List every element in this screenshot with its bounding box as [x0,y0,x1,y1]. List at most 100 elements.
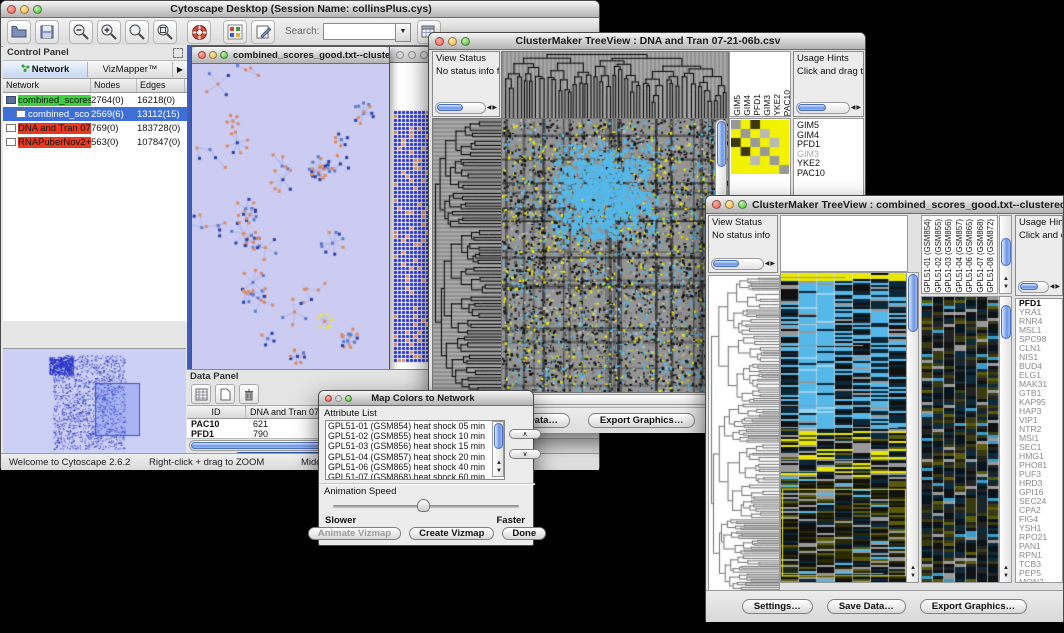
minimize-icon[interactable] [725,200,734,209]
close-icon[interactable] [198,51,206,59]
birdseye-panel[interactable] [3,348,186,454]
zoom-icon[interactable] [345,395,352,402]
dialog-button[interactable]: Create Vizmap [409,527,494,540]
move-down-button[interactable]: ∨ [509,449,541,459]
view-status-scrollbar[interactable]: ◀ ▶ [435,102,497,114]
search-input[interactable] [323,23,397,40]
arrow-down-icon[interactable]: ▼ [496,467,502,475]
row-dendrogram[interactable] [708,275,780,592]
zoom-out-button[interactable] [69,20,93,44]
network-row[interactable]: DNA and Tran 07 769(0) 183728(0) [3,121,187,135]
dialog-button[interactable]: Animate Vizmap [308,527,401,540]
heatmap-zoom[interactable] [921,296,1000,583]
save-session-button[interactable] [35,20,59,44]
zoom-fit-button[interactable] [153,20,177,44]
arrow-left-icon[interactable]: ◀ [487,104,492,112]
close-icon[interactable] [325,395,332,402]
dialog-titlebar[interactable]: Map Colors to Network [319,391,533,406]
arrow-right-icon[interactable]: ▶ [492,104,497,112]
network-row[interactable]: combined_sco 2569(6) 13112(15) [3,107,187,121]
arrow-right-icon[interactable]: ▶ [1055,283,1060,291]
minimize-icon[interactable] [448,37,457,46]
dialog-button[interactable]: Done [502,527,546,540]
column-dendrogram[interactable] [501,51,729,119]
arrow-down-icon[interactable]: ▼ [1003,572,1009,580]
col-network[interactable]: Network [3,79,91,92]
id-column-header[interactable]: ID [187,406,246,418]
float-panel-icon[interactable] [173,48,183,58]
usage-hints-scrollbar[interactable]: ◀ ▶ [1018,281,1060,293]
arrow-up-icon[interactable]: ▲ [496,459,502,467]
network-canvas[interactable] [192,64,387,374]
attribute-item[interactable]: GPL51-01 (GSM854) heat shock 05 min [326,421,504,431]
attribute-item[interactable]: GPL51-04 (GSM857) heat shock 20 min [326,452,504,462]
row-dendrogram[interactable] [432,118,502,393]
attribute-list-vscrollbar[interactable]: ▲ ▼ [492,421,504,477]
heatmap-global[interactable] [501,118,729,393]
close-icon[interactable] [396,51,404,59]
minimize-icon[interactable] [20,5,29,14]
arrow-left-icon[interactable]: ◀ [1050,283,1055,291]
network-row[interactable]: RNAPuberNov2+ 563(0) 107847(0) [3,135,187,149]
minimize-icon[interactable] [209,51,217,59]
col-edges[interactable]: Edges [137,79,185,92]
arrow-right-icon[interactable]: ▶ [856,104,861,112]
view-status-scrollbar[interactable]: ◀ ▶ [711,258,775,270]
attribute-listbox[interactable]: GPL51-01 (GSM854) heat shock 05 minGPL51… [325,420,505,480]
arrow-left-icon[interactable]: ◀ [851,104,856,112]
arrow-left-icon[interactable]: ◀ [765,260,770,268]
tab-vizmapper[interactable]: VizMapper™ [88,62,173,77]
new-attribute-button[interactable] [215,384,235,404]
similarity-matrix[interactable] [731,120,789,174]
arrow-up-icon[interactable]: ▲ [1003,275,1009,283]
tab-overflow-button[interactable]: ▶ [173,65,187,74]
close-icon[interactable] [435,37,444,46]
window-controls[interactable] [7,5,42,14]
label-vscrollbar[interactable]: ▲ ▼ [999,215,1012,294]
treeview-button[interactable]: Export Graphics… [588,413,695,428]
help-button[interactable] [187,20,211,44]
arrow-down-icon[interactable]: ▼ [910,572,916,580]
treeview-button[interactable]: Save Data… [827,599,906,614]
network-row[interactable]: combined_scores 2764(0) 16218(0) [3,93,187,107]
close-icon[interactable] [712,200,721,209]
treeview-button[interactable]: Settings… [742,599,813,614]
heatmap-vscrollbar[interactable]: ▲ ▼ [906,272,919,583]
speed-slider-thumb[interactable] [417,499,430,512]
birdseye-view[interactable] [3,349,186,454]
open-session-button[interactable] [7,20,31,44]
minimize-icon[interactable] [335,395,342,402]
arrow-right-icon[interactable]: ▶ [770,260,775,268]
arrow-up-icon[interactable]: ▲ [1003,564,1009,572]
close-icon[interactable] [7,5,16,14]
gene-label[interactable]: MON2 [1019,578,1062,583]
zoom-icon[interactable] [420,51,428,59]
arrow-down-icon[interactable]: ▼ [1003,283,1009,291]
zoom-icon[interactable] [220,51,228,59]
matrix-row-label[interactable]: PAC10 [797,169,863,179]
treeview-dna-titlebar[interactable]: ClusterMaker TreeView : DNA and Tran 07-… [429,33,865,50]
attribute-item[interactable]: GPL51-06 (GSM865) heat shock 40 min [326,462,504,472]
zoom-icon[interactable] [738,200,747,209]
arrow-up-icon[interactable]: ▲ [910,564,916,572]
attribute-select-button[interactable] [191,384,211,404]
zoom-in-button[interactable] [97,20,121,44]
treeview-combined-titlebar[interactable]: ClusterMaker TreeView : combined_scores_… [706,196,1063,214]
attribute-item[interactable]: GPL51-07 (GSM868) heat shock 60 min [326,472,504,480]
move-up-button[interactable]: ∧ [509,429,541,439]
delete-attribute-button[interactable] [239,384,259,404]
treeview-button[interactable]: Export Graphics… [920,599,1027,614]
zoom-icon[interactable] [33,5,42,14]
attribute-item[interactable]: GPL51-03 (GSM856) heat shock 15 min [326,441,504,451]
zoom-icon[interactable] [461,37,470,46]
tab-network[interactable]: Network [3,62,88,77]
vizmapper-button[interactable] [223,20,247,44]
annotation-button[interactable] [251,20,275,44]
minimize-icon[interactable] [408,51,416,59]
gene-vscrollbar[interactable]: ▲ ▼ [999,296,1012,583]
attribute-item[interactable]: GPL51-02 (GSM855) heat shock 10 min [326,431,504,441]
zoom-selected-button[interactable] [125,20,149,44]
heatmap-global[interactable] [780,272,908,583]
cytoscape-titlebar[interactable]: Cytoscape Desktop (Session Name: collins… [1,1,599,18]
search-dropdown-button[interactable]: ▼ [395,23,411,42]
